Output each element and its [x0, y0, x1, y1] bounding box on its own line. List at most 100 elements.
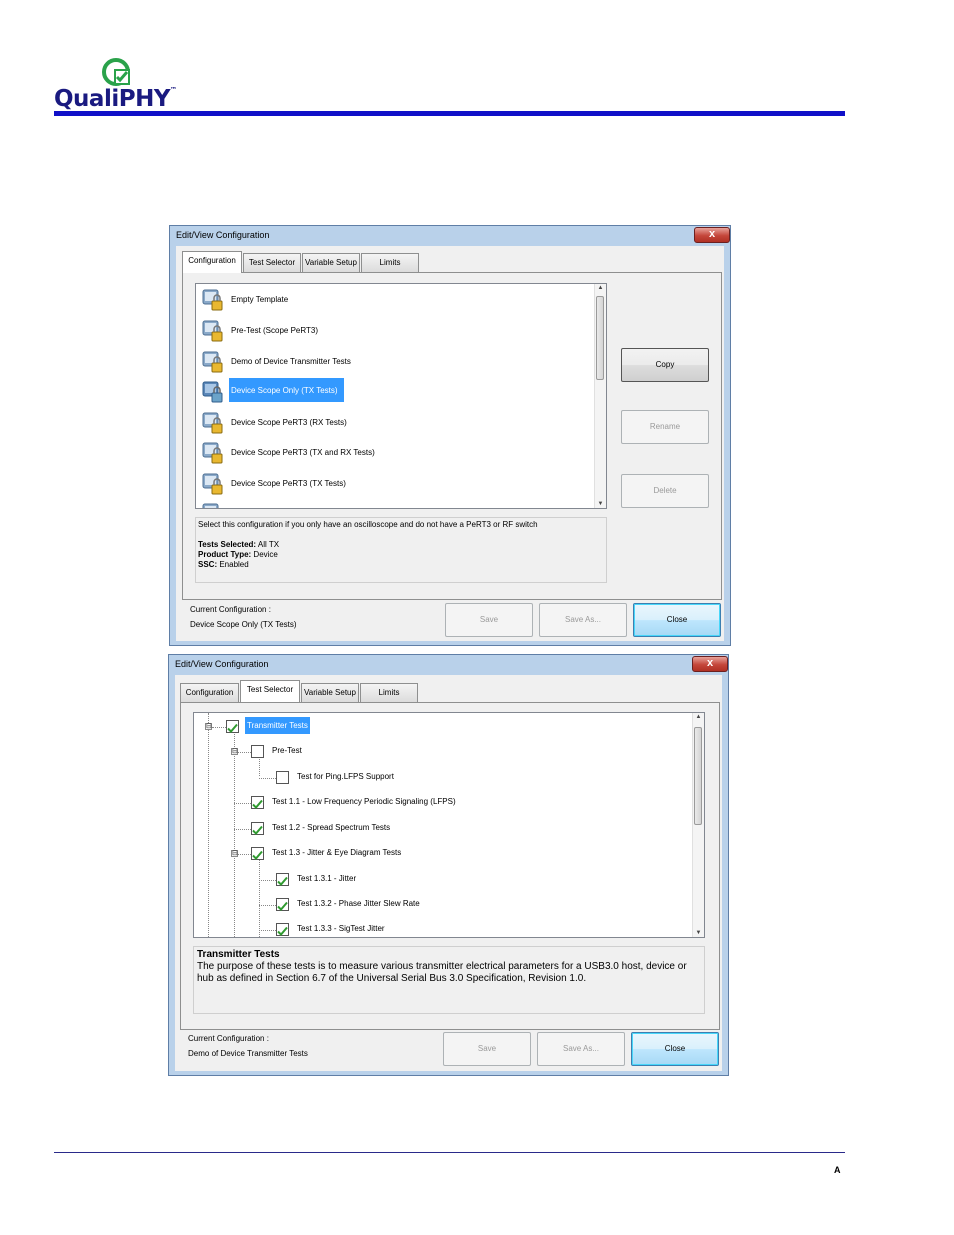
vertical-scrollbar[interactable]: ▲ ▼ [594, 284, 606, 508]
tree-item[interactable]: ⊟ Test 1.3 - Jitter & Eye Diagram Tests [194, 844, 684, 864]
save-as-button[interactable]: Save As... [539, 603, 627, 637]
checkbox-checked-icon[interactable] [276, 898, 289, 911]
tree-item[interactable]: Test 1.3.1 - Jitter [194, 870, 684, 890]
tab-variable-setup[interactable]: Variable Setup [301, 683, 359, 702]
footer-rule [54, 1152, 845, 1153]
scroll-down-icon[interactable]: ▼ [694, 930, 703, 936]
tree-item-label: Test 1.3.1 - Jitter [297, 874, 357, 883]
info-ssc: SSC: Enabled [198, 560, 249, 569]
current-configuration-value: Device Scope Only (TX Tests) [190, 620, 297, 629]
locked-config-icon [202, 351, 223, 373]
close-button[interactable]: Close [631, 1032, 719, 1066]
tree-connector [259, 905, 276, 906]
configuration-list[interactable]: Empty Template Pre-Test (Scope PeRT3) De… [195, 283, 607, 509]
scroll-up-icon[interactable]: ▲ [596, 285, 605, 291]
locked-config-icon [202, 503, 219, 508]
checkbox-checked-icon[interactable] [251, 796, 264, 809]
tab-panel: Empty Template Pre-Test (Scope PeRT3) De… [182, 272, 722, 600]
tree-item[interactable]: ⊟ Pre-Test [194, 742, 684, 762]
checkbox-checked-icon[interactable] [276, 923, 289, 936]
tree-item-label: Test for Ping.LFPS Support [297, 772, 394, 781]
configuration-info: Select this configuration if you only ha… [195, 517, 607, 583]
save-button[interactable]: Save [443, 1032, 531, 1066]
info-tests-selected: Tests Selected: All TX [198, 540, 280, 549]
scrollbar-thumb[interactable] [694, 727, 702, 825]
list-item-label: Device Scope Only (TX Tests) [229, 378, 344, 402]
list-item-label: Device Scope PeRT3 (RX Tests) [231, 418, 347, 427]
tab-test-selector[interactable]: Test Selector [240, 680, 300, 702]
brand-name: QualiPHY™ [54, 86, 177, 112]
locked-config-icon [202, 320, 223, 342]
collapse-icon[interactable]: ⊟ [205, 723, 212, 730]
configuration-description: Select this configuration if you only ha… [198, 520, 538, 529]
checkbox-checked-icon[interactable] [276, 873, 289, 886]
checkbox-checked-icon[interactable] [251, 822, 264, 835]
tab-limits[interactable]: Limits [361, 253, 419, 272]
checkbox-unchecked-icon[interactable] [276, 771, 289, 784]
delete-button[interactable]: Delete [621, 474, 709, 508]
tree-item[interactable]: Test for Ping.LFPS Support [194, 768, 684, 788]
tree-item-label: Transmitter Tests [245, 717, 310, 734]
tree-item[interactable]: Test 1.1 - Low Frequency Periodic Signal… [194, 793, 684, 813]
save-button[interactable]: Save [445, 603, 533, 637]
tab-limits[interactable]: Limits [360, 683, 418, 702]
tree-item[interactable]: Test 1.3.2 - Phase Jitter Slew Rate [194, 895, 684, 915]
vertical-scrollbar[interactable]: ▲ ▼ [692, 713, 704, 937]
scroll-up-icon[interactable]: ▲ [694, 714, 703, 720]
locked-config-icon [202, 412, 223, 434]
tree-item-label: Test 1.2 - Spread Spectrum Tests [272, 823, 391, 832]
tree-item-label: Test 1.3.3 - SigTest Jitter [297, 924, 385, 933]
locked-config-icon [202, 473, 223, 495]
checkbox-checked-icon[interactable] [226, 720, 239, 733]
dialog-title: Edit/View Configuration [176, 230, 270, 240]
edit-view-configuration-dialog: Edit/View Configuration x Configuration … [168, 654, 729, 1076]
list-item-label: Pre-Test (Scope PeRT3) [231, 326, 318, 335]
tab-test-selector[interactable]: Test Selector [243, 253, 301, 272]
scrollbar-thumb[interactable] [596, 296, 604, 380]
tree-connector [259, 778, 276, 779]
tree-item-label: Test 1.3 - Jitter & Eye Diagram Tests [272, 848, 402, 857]
dialog-body: Configuration Test Selector Variable Set… [175, 675, 722, 1071]
edit-view-configuration-dialog: Edit/View Configuration x Configuration … [169, 225, 731, 646]
tree-item-label: Test 1.3.2 - Phase Jitter Slew Rate [297, 899, 420, 908]
close-button[interactable]: Close [633, 603, 721, 637]
header-rule [54, 111, 845, 116]
tree-connector [234, 829, 251, 830]
copy-button[interactable]: Copy [621, 348, 709, 382]
current-configuration-label: Current Configuration : [188, 1034, 269, 1043]
close-icon[interactable]: x [694, 227, 730, 243]
tab-configuration[interactable]: Configuration [182, 251, 242, 273]
rename-button[interactable]: Rename [621, 410, 709, 444]
tree-connector [259, 880, 276, 881]
tree-item-label: Pre-Test [272, 746, 302, 755]
current-configuration-label: Current Configuration : [190, 605, 271, 614]
tree-item[interactable]: Test 1.3.3 - SigTest Jitter [194, 920, 684, 937]
tab-configuration[interactable]: Configuration [180, 683, 239, 702]
list-item-label: Device Scope PeRT3 (TX and RX Tests) [231, 448, 375, 457]
tree-connector [212, 727, 226, 728]
dialog-title: Edit/View Configuration [175, 659, 269, 669]
test-tree[interactable]: ⊟ Transmitter Tests ⊟ Pre-Test Test for … [193, 712, 705, 938]
tree-item[interactable]: ⊟ Transmitter Tests [194, 717, 684, 737]
list-item-label: Empty Template [231, 295, 289, 304]
info-product-type: Product Type: Device [198, 550, 278, 559]
close-icon[interactable]: x [692, 656, 728, 672]
tree-item[interactable]: Test 1.2 - Spread Spectrum Tests [194, 819, 684, 839]
scroll-down-icon[interactable]: ▼ [596, 501, 605, 507]
qualiphy-logo-icon [102, 58, 130, 86]
collapse-icon[interactable]: ⊟ [231, 850, 238, 857]
tree-item-label: Test 1.1 - Low Frequency Periodic Signal… [272, 797, 456, 806]
checkbox-unchecked-icon[interactable] [251, 745, 264, 758]
tab-panel: ⊟ Transmitter Tests ⊟ Pre-Test Test for … [180, 702, 720, 1030]
list-item-label: Demo of Device Transmitter Tests [231, 357, 351, 366]
tab-variable-setup[interactable]: Variable Setup [302, 253, 360, 272]
page-letter: A [834, 1165, 841, 1175]
dialog-body: Configuration Test Selector Variable Set… [176, 246, 724, 641]
list-item-label: Device Scope PeRT3 (TX Tests) [231, 479, 346, 488]
tree-connector [238, 752, 251, 753]
checkbox-checked-icon[interactable] [251, 847, 264, 860]
collapse-icon[interactable]: ⊟ [231, 748, 238, 755]
save-as-button[interactable]: Save As... [537, 1032, 625, 1066]
test-description: Transmitter Tests The purpose of these t… [193, 946, 705, 1014]
locked-config-icon [202, 381, 223, 403]
